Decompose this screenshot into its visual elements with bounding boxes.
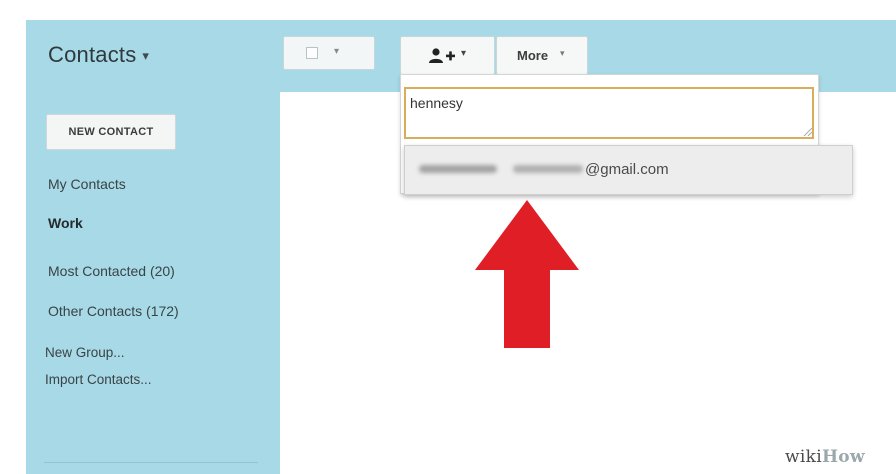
wikihow-watermark: wikiHow: [785, 447, 865, 467]
select-checkbox-button[interactable]: ▾: [283, 36, 375, 70]
sidebar-item-most-contacted[interactable]: Most Contacted (20): [48, 263, 175, 279]
blurred-email-user: [513, 165, 583, 173]
chevron-down-icon: ▾: [142, 48, 150, 64]
chevron-down-icon: ▾: [560, 48, 565, 58]
chevron-down-icon: ▾: [461, 48, 467, 59]
suggestion-email-domain: @gmail.com: [585, 161, 669, 178]
add-person-icon: [429, 48, 455, 63]
new-contact-button[interactable]: NEW CONTACT: [46, 114, 176, 150]
app-title-menu[interactable]: Contacts ▾: [48, 42, 149, 68]
chevron-down-icon: ▾: [334, 46, 340, 57]
more-button[interactable]: More ▾: [496, 36, 588, 74]
new-group-link[interactable]: New Group...: [45, 345, 125, 360]
app-title-label: Contacts: [48, 42, 137, 67]
blurred-contact-name: [419, 165, 497, 173]
add-person-button[interactable]: ▾: [400, 36, 495, 74]
resize-grip-icon[interactable]: [802, 126, 812, 136]
sidebar-divider: [44, 462, 258, 463]
import-contacts-link[interactable]: Import Contacts...: [45, 372, 152, 387]
watermark-how: How: [821, 447, 865, 467]
red-up-arrow-icon: [475, 200, 579, 348]
more-button-label: More: [517, 48, 549, 63]
autocomplete-suggestion[interactable]: @gmail.com: [404, 145, 853, 195]
checkbox-icon: [306, 47, 318, 59]
contact-name-input[interactable]: [404, 87, 814, 139]
watermark-wiki: wiki: [785, 447, 822, 467]
sidebar-item-work[interactable]: Work: [48, 215, 83, 231]
sidebar-item-my-contacts[interactable]: My Contacts: [48, 176, 126, 192]
sidebar-item-other-contacts[interactable]: Other Contacts (172): [48, 303, 179, 319]
